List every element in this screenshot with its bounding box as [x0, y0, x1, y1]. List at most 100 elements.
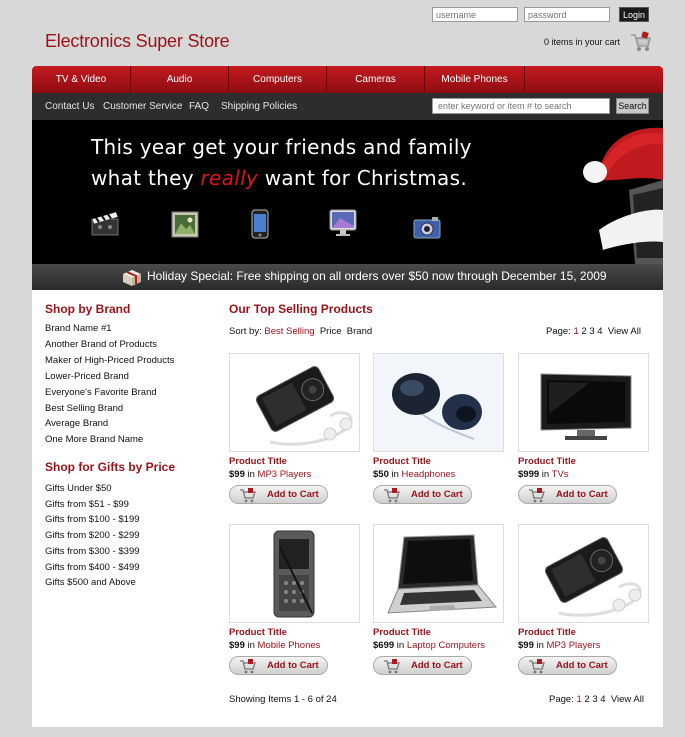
page-link[interactable]: 2 [584, 694, 589, 705]
add-to-cart-button[interactable]: Add to Cart [229, 485, 328, 504]
brand-link[interactable]: One More Brand Name [45, 434, 143, 445]
brand-link[interactable]: Average Brand [45, 418, 108, 429]
top-products-heading: Our Top Selling Products [229, 302, 373, 316]
username-input[interactable] [432, 7, 518, 22]
product-image-mp3-player[interactable] [518, 524, 649, 623]
shopping-cart-icon [240, 659, 256, 674]
add-to-cart-button[interactable]: Add to Cart [229, 656, 328, 675]
sort-brand[interactable]: Brand [347, 326, 372, 337]
product-price: $50 in Headphones [373, 469, 456, 480]
shop-by-price-heading: Shop for Gifts by Price [45, 460, 176, 474]
product-image-mobile-phone[interactable] [229, 524, 360, 623]
product-image-tv[interactable] [518, 353, 649, 452]
holiday-banner[interactable]: This year get your friends and family wh… [32, 120, 663, 264]
page-link[interactable]: 1 [573, 326, 578, 337]
promo-text: Holiday Special: Free shipping on all or… [147, 269, 607, 283]
pagination-bottom: Page: 1 2 3 4 View All [549, 694, 644, 705]
brand-link[interactable]: Everyone's Favorite Brand [45, 387, 157, 398]
password-input[interactable] [524, 7, 610, 22]
sort-label: Sort by: [229, 326, 262, 337]
product-title[interactable]: Product Title [518, 456, 576, 467]
cart-summary[interactable]: 0 items in your cart [544, 37, 620, 47]
mobile-phone-icon [251, 209, 269, 239]
product-category-link[interactable]: MP3 Players [258, 469, 312, 480]
photo-icon [171, 211, 199, 238]
showing-items-count: Showing Items 1 - 6 of 24 [229, 694, 337, 705]
nav-cameras[interactable]: Cameras [327, 66, 425, 93]
contact-us-link[interactable]: Contact Us [45, 93, 94, 120]
monitor-icon [329, 209, 357, 236]
product-category-link[interactable]: Mobile Phones [258, 640, 321, 651]
brand-link[interactable]: Lower-Priced Brand [45, 371, 129, 382]
search-button[interactable]: Search [616, 98, 649, 114]
store-logo[interactable]: Electronics Super Store [45, 31, 230, 52]
shopping-cart-icon [384, 488, 400, 503]
brand-link[interactable]: Another Brand of Products [45, 339, 157, 350]
product-price: $99 in MP3 Players [229, 469, 312, 480]
login-button[interactable]: Login [619, 7, 649, 22]
page-link[interactable]: 3 [592, 694, 597, 705]
santa-hat-icon [583, 127, 663, 264]
product-price: $99 in MP3 Players [518, 640, 601, 651]
nav-audio[interactable]: Audio [131, 66, 229, 93]
sort-bar: Sort by: Best Selling Price Brand [229, 326, 372, 337]
brand-link[interactable]: Maker of High-Priced Products [45, 355, 174, 366]
main-nav: TV & Video Audio Computers Cameras Mobil… [32, 66, 663, 93]
product-title[interactable]: Product Title [518, 627, 576, 638]
nav-mobile-phones[interactable]: Mobile Phones [425, 66, 525, 93]
shop-by-brand-heading: Shop by Brand [45, 302, 131, 316]
add-to-cart-button[interactable]: Add to Cart [373, 485, 472, 504]
pagination-top: Page: 1 2 3 4 View All [546, 326, 641, 337]
price-range-link[interactable]: Gifts from $300 - $399 [45, 546, 140, 557]
view-all-link[interactable]: View All [608, 326, 641, 337]
price-range-link[interactable]: Gifts $500 and Above [45, 577, 136, 588]
view-all-link[interactable]: View All [611, 694, 644, 705]
film-icon [91, 211, 119, 236]
gift-box-icon [123, 270, 141, 286]
nav-tv-video[interactable]: TV & Video [32, 66, 131, 93]
page-link[interactable]: 3 [589, 326, 594, 337]
shopping-cart-icon [529, 488, 545, 503]
product-category-link[interactable]: MP3 Players [547, 640, 601, 651]
sort-best-selling[interactable]: Best Selling [264, 326, 314, 337]
search-input[interactable] [432, 98, 610, 114]
faq-link[interactable]: FAQ [189, 93, 209, 120]
brand-link[interactable]: Best Selling Brand [45, 403, 123, 414]
price-range-link[interactable]: Gifts from $51 - $99 [45, 499, 129, 510]
brand-link[interactable]: Brand Name #1 [45, 323, 112, 334]
banner-headline-2: what they really want for Christmas. [91, 166, 467, 190]
product-price: $699 in Laptop Computers [373, 640, 485, 651]
shipping-policies-link[interactable]: Shipping Policies [221, 93, 297, 120]
nav-computers[interactable]: Computers [229, 66, 327, 93]
price-range-link[interactable]: Gifts Under $50 [45, 483, 112, 494]
add-to-cart-button[interactable]: Add to Cart [518, 656, 617, 675]
product-category-link[interactable]: Headphones [402, 469, 456, 480]
product-price: $99 in Mobile Phones [229, 640, 321, 651]
product-image-headphones[interactable] [373, 353, 504, 452]
price-range-link[interactable]: Gifts from $200 - $299 [45, 530, 140, 541]
product-image-laptop[interactable] [373, 524, 504, 623]
shopping-cart-icon [384, 659, 400, 674]
add-to-cart-button[interactable]: Add to Cart [518, 485, 617, 504]
add-to-cart-button[interactable]: Add to Cart [373, 656, 472, 675]
promo-bar[interactable]: Holiday Special: Free shipping on all or… [32, 264, 663, 290]
shopping-cart-icon[interactable] [630, 31, 652, 53]
product-title[interactable]: Product Title [373, 456, 431, 467]
product-image-mp3-player[interactable] [229, 353, 360, 452]
price-range-link[interactable]: Gifts from $400 - $499 [45, 562, 140, 573]
product-price: $999 in TVs [518, 469, 569, 480]
product-category-link[interactable]: TVs [552, 469, 569, 480]
page-link[interactable]: 1 [576, 694, 581, 705]
banner-headline-1: This year get your friends and family [91, 135, 472, 159]
sort-price[interactable]: Price [320, 326, 342, 337]
product-category-link[interactable]: Laptop Computers [407, 640, 485, 651]
shopping-cart-icon [240, 488, 256, 503]
customer-service-link[interactable]: Customer Service [103, 93, 182, 120]
price-range-link[interactable]: Gifts from $100 - $199 [45, 514, 140, 525]
page-link[interactable]: 4 [597, 326, 602, 337]
product-title[interactable]: Product Title [229, 456, 287, 467]
product-title[interactable]: Product Title [373, 627, 431, 638]
product-title[interactable]: Product Title [229, 627, 287, 638]
page-link[interactable]: 4 [600, 694, 605, 705]
page-link[interactable]: 2 [581, 326, 586, 337]
